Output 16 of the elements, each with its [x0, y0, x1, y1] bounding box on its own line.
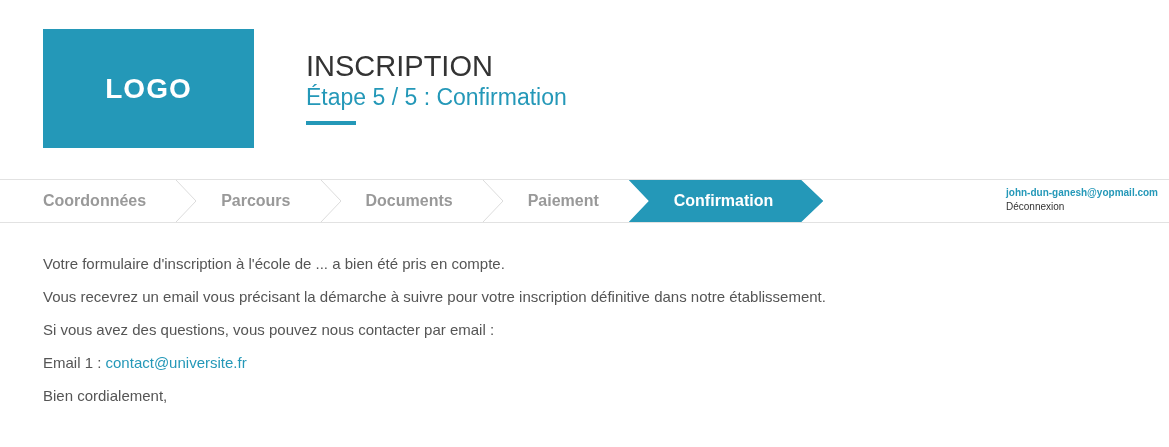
- message-text: Si vous avez des questions, vous pouvez nous contacter par email :: [43, 320, 496, 340]
- step-tab[interactable]: Paiement: [502, 180, 629, 222]
- logout-link[interactable]: Déconnexion: [1006, 200, 1158, 214]
- step-tab[interactable]: Coordonnées: [0, 180, 177, 222]
- message-text: Vous recevrez un email vous précisant la démarche à suivre pour votre inscription définitive dans notre établissement.: [43, 287, 827, 307]
- step-tab[interactable]: Parcours: [196, 180, 321, 222]
- message-text: Votre formulaire d'inscription à l'école de ... a bien été pris en compte.: [43, 254, 506, 274]
- page-title: INSCRIPTION: [306, 51, 494, 83]
- step-tab[interactable]: Confirmation: [628, 180, 824, 222]
- contact-line: Email 1 : contact@universite.fr: [43, 353, 248, 373]
- closing-text: Bien cordialement,: [43, 386, 169, 406]
- step-tab[interactable]: Documents: [340, 180, 483, 222]
- user-email: john-dun-ganesh@yopmail.com: [1006, 186, 1158, 200]
- step-subtitle: Étape 5 / 5 : Confirmation: [306, 82, 567, 112]
- logo: LOGO: [43, 29, 254, 148]
- email-link[interactable]: contact@universite.fr: [105, 354, 247, 371]
